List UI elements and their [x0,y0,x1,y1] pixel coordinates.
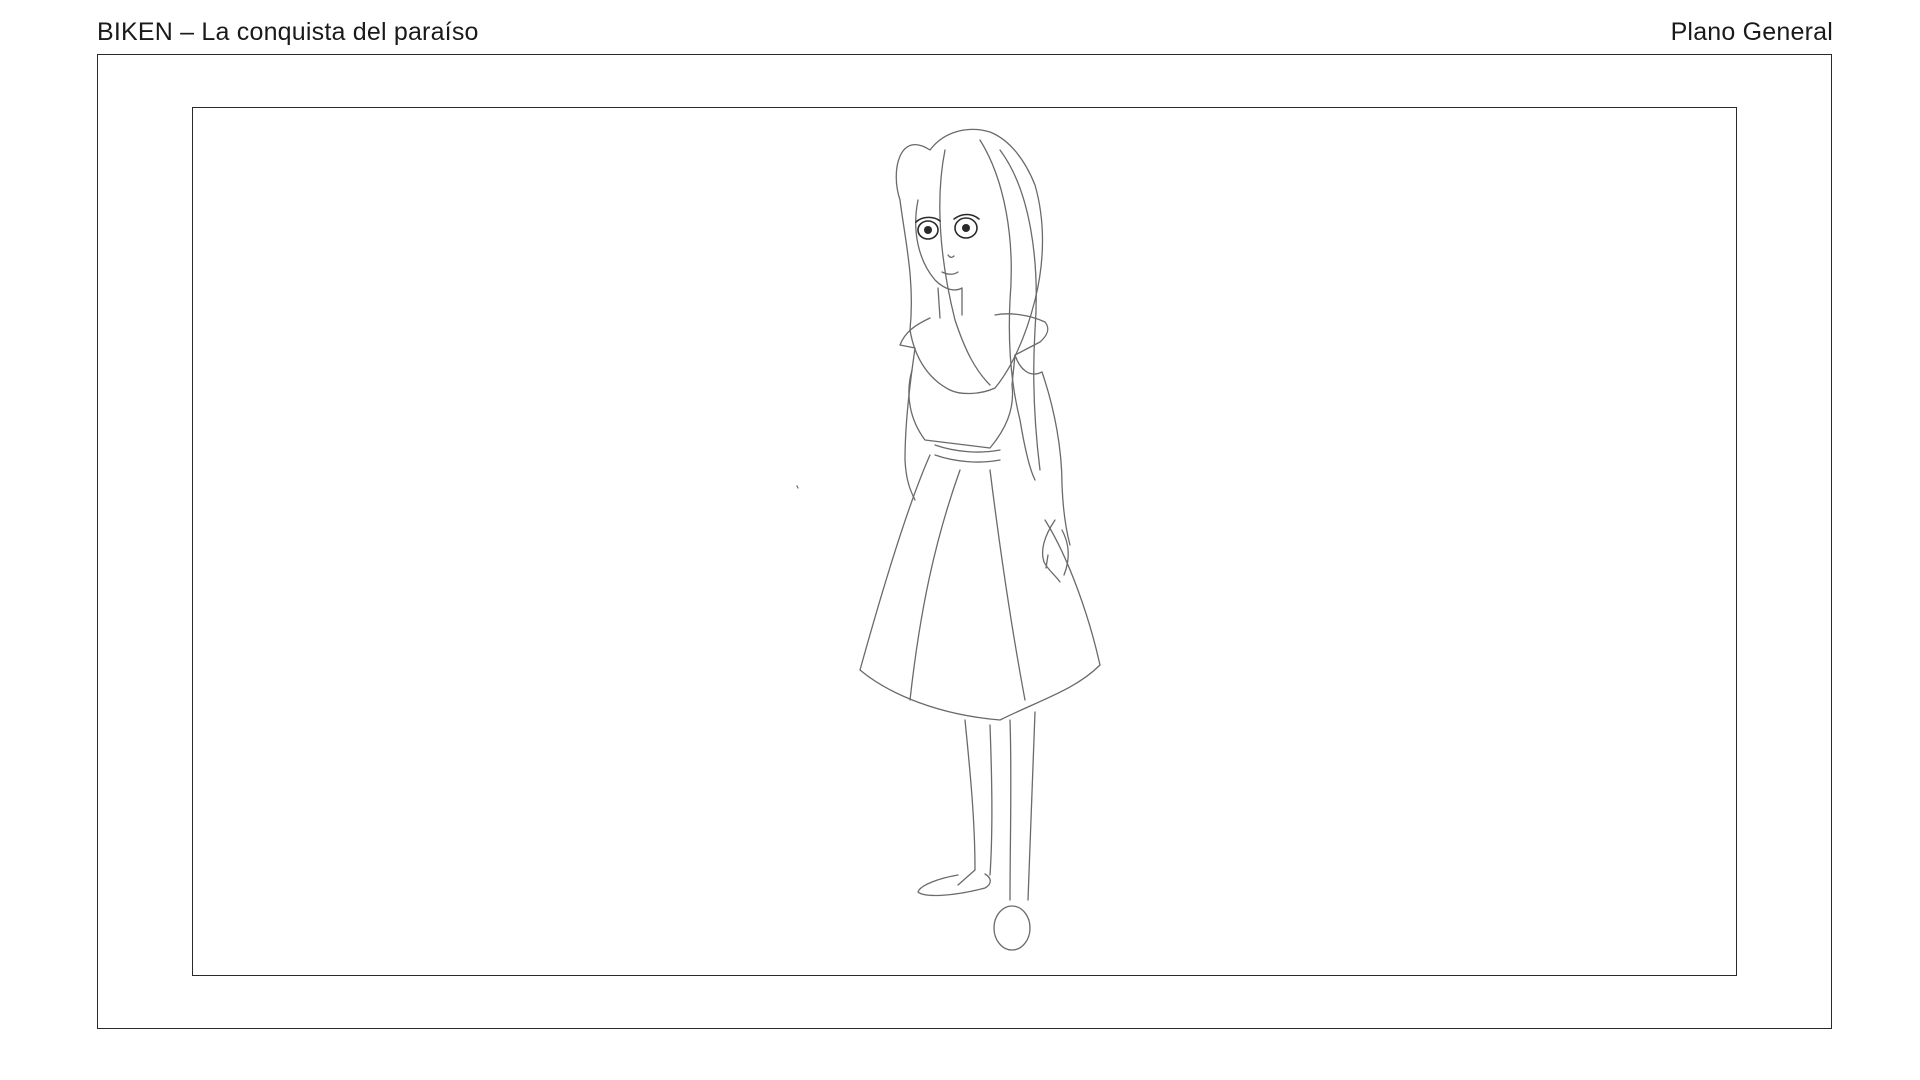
shirt-outline [899,313,1049,449]
face-outline [915,199,963,291]
left-shoe [917,873,991,897]
girl-sketch-illustration [796,128,1101,951]
hair-strand [979,139,1036,481]
right-shoe [993,905,1031,951]
left-arm [904,369,916,501]
skirt-outline [859,454,1101,721]
right-leg [1009,719,1012,901]
right-hand [1041,519,1069,583]
sleeve-right [1014,354,1043,375]
left-leg [957,719,976,886]
hair-strand [939,149,991,386]
hair-outline [895,128,1044,395]
right-arm [1041,371,1071,546]
